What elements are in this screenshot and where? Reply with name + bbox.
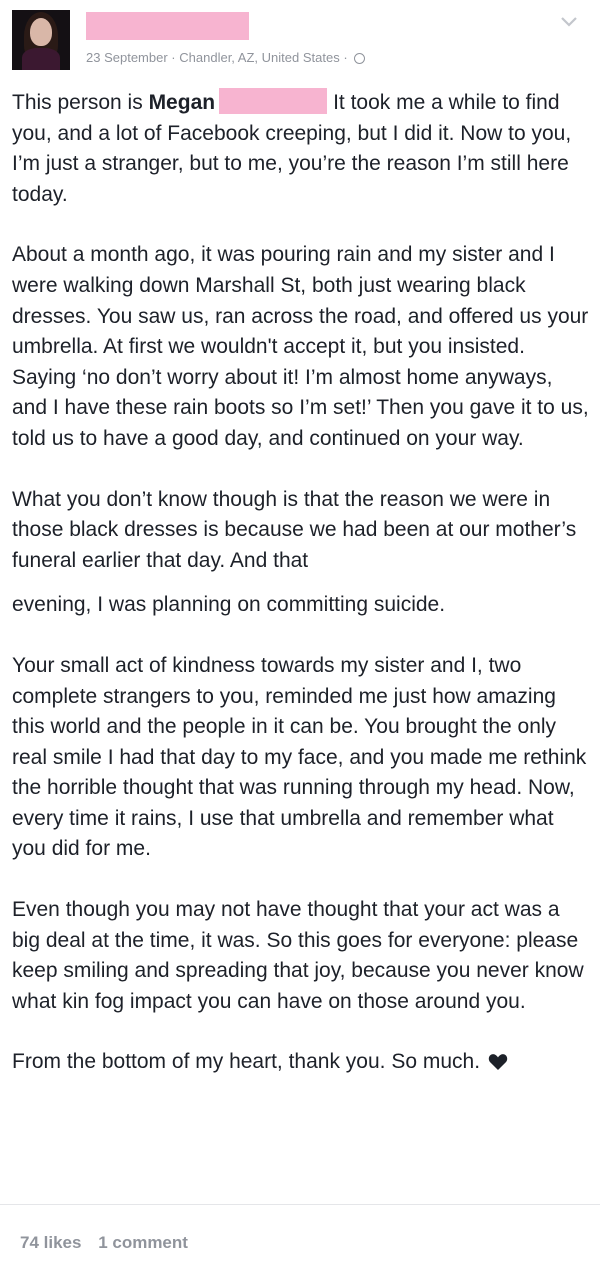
avatar[interactable] [12,10,70,70]
mentioned-name: Megan [148,91,216,114]
author-name-redacted[interactable] [86,12,249,40]
likes-count[interactable]: 74 likes [20,1233,81,1252]
facebook-post: 23 September · Chandler, AZ, United Stat… [0,0,600,1265]
footer-divider [0,1204,600,1205]
paragraph-4: Your small act of kindness towards my si… [12,653,587,861]
heart-icon [488,1054,508,1071]
meta-separator: · [343,50,348,65]
paragraph-6: From the bottom of my heart, thank you. … [12,1047,592,1078]
post-date[interactable]: 23 September [86,50,168,65]
post-footer: 74 likes 1 comment [20,1233,200,1253]
paragraph-3: What you don’t know though is that the r… [12,487,577,572]
surname-redacted [219,88,328,114]
comments-count[interactable]: 1 comment [98,1233,188,1252]
post-body: This person is Megan It took me a while t… [12,88,592,1078]
post-meta: 23 September · Chandler, AZ, United Stat… [86,50,366,65]
paragraph-1: This person is Megan It took me a while t… [12,88,592,210]
paragraph-5: Even though you may not have thought tha… [12,898,584,1013]
paragraph-3-continued: evening, I was planning on committing su… [12,593,446,617]
paragraph-2: About a month ago, it was pouring rain a… [12,243,589,450]
post-header: 23 September · Chandler, AZ, United Stat… [0,0,600,80]
globe-icon[interactable] [354,53,366,64]
post-location[interactable]: Chandler, AZ, United States [179,50,339,65]
meta-separator: · [171,50,176,65]
chevron-down-icon[interactable] [558,14,580,30]
